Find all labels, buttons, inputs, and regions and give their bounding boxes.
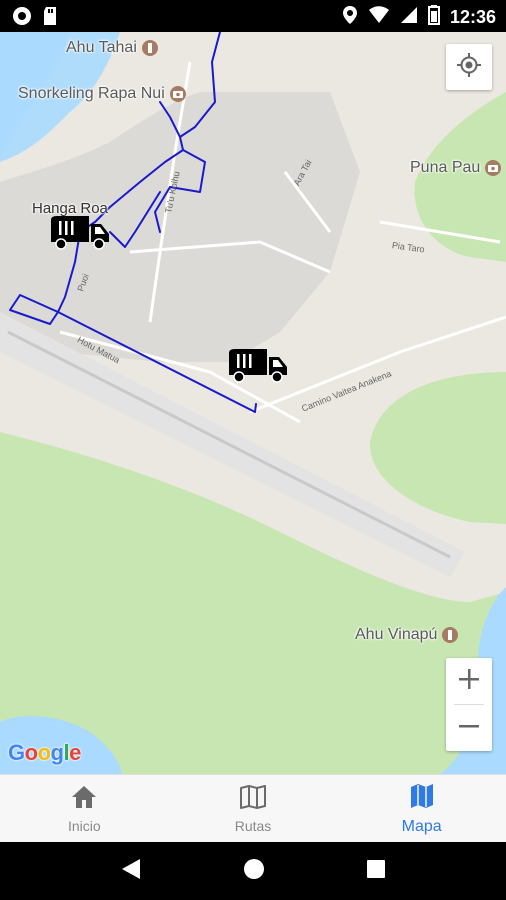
monument-icon [141,40,158,56]
my-location-button[interactable] [446,44,492,90]
poi-snorkeling-rapa-nui[interactable]: Snorkeling Rapa Nui [18,85,186,103]
clock: 12:36 [449,7,496,27]
system-navigation-bar [0,842,506,900]
notification-icon [12,6,32,31]
camera-icon [485,160,502,176]
nav-label: Mapa [401,817,442,835]
recents-button[interactable] [366,859,386,884]
battery-icon [427,5,440,30]
google-logo: Google [8,740,81,765]
zoom-in-button[interactable] [446,658,492,704]
garbage-truck-icon[interactable] [227,349,289,388]
bottom-navigation: Inicio Rutas Mapa [0,774,506,843]
status-bar: 12:36 [0,0,506,32]
nav-label: Rutas [234,817,272,834]
plus-icon [458,668,480,695]
poi-label: Ahu Vinapú [355,626,438,643]
place-label-hanga-roa: Hanga Roa [32,200,108,217]
map-view[interactable]: Tu'u Koihu Ara Tai Pia Taro Puoi Hotu Ma… [0,32,506,774]
map-book-icon [239,784,267,814]
home-icon [71,785,97,814]
poi-ahu-tahai[interactable]: Ahu Tahai [66,39,158,57]
zoom-controls [446,658,492,751]
poi-ahu-vinapu[interactable]: Ahu Vinapú [355,626,459,644]
poi-label: Snorkeling Rapa Nui [18,85,165,102]
wifi-icon [368,6,390,29]
signal-icon [400,6,418,29]
crosshair-icon [456,52,482,83]
camera-icon [169,86,186,102]
poi-label: Puna Pau [410,159,481,176]
nav-item-mapa[interactable]: Mapa [337,775,506,843]
garbage-truck-icon[interactable] [49,216,111,255]
location-icon [342,5,358,30]
map-icon [409,783,435,814]
sd-card-icon [42,6,58,31]
home-button[interactable] [242,857,266,886]
nav-item-rutas[interactable]: Rutas [169,775,338,843]
back-button[interactable] [120,857,142,886]
monument-icon [442,627,459,643]
minus-icon [458,715,480,742]
poi-label: Ahu Tahai [66,39,137,56]
poi-puna-pau[interactable]: Puna Pau [410,159,502,177]
nav-item-inicio[interactable]: Inicio [0,775,169,843]
nav-label: Inicio [67,817,101,834]
zoom-out-button[interactable] [446,705,492,751]
route-line [9,32,257,413]
